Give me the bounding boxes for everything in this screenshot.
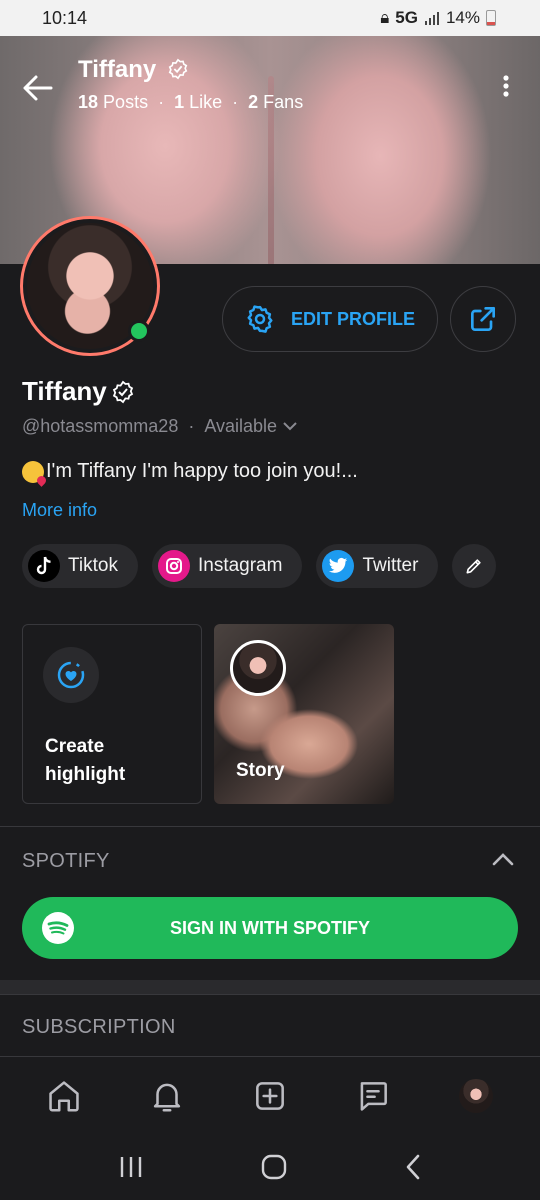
stat-fans: 2 Fans [248, 92, 304, 112]
create-highlight-label: Create highlight [45, 736, 126, 785]
stat-likes: 1 Like [174, 92, 223, 112]
more-vertical-icon[interactable] [502, 74, 510, 98]
back-arrow-icon[interactable] [22, 74, 54, 102]
header-title: Tiffany [78, 56, 189, 84]
plus-square-icon [256, 1081, 284, 1110]
edit-profile-button[interactable]: EDIT PROFILE [222, 286, 438, 352]
chevron-up-icon[interactable] [492, 852, 514, 866]
gear-icon [247, 305, 273, 333]
subscription-section-title: SUBSCRIPTION [22, 1016, 176, 1038]
spotify-icon [42, 912, 74, 944]
nav-add-post[interactable] [248, 1074, 292, 1118]
header-name: Tiffany [78, 56, 157, 83]
social-links: Tiktok Instagram Twitter [22, 544, 497, 588]
spotify-section-title: SPOTIFY [22, 850, 110, 872]
edit-profile-label: EDIT PROFILE [290, 308, 415, 329]
chevron-down-icon [283, 422, 297, 431]
bottom-navigation [0, 1056, 540, 1134]
handle-row: @hotassmomma28 · Available [22, 416, 297, 437]
pencil-icon [466, 559, 482, 574]
system-back-icon[interactable] [403, 1153, 423, 1181]
instagram-icon [157, 550, 190, 582]
social-chip-twitter[interactable]: Twitter [316, 544, 439, 588]
verified-icon [168, 58, 188, 80]
message-icon [360, 1081, 388, 1111]
battery-icon [486, 10, 496, 26]
profile-handle: @hotassmomma28 [22, 416, 179, 436]
signal-icon [424, 12, 439, 25]
online-status-dot [128, 320, 150, 342]
header-stats: 18 Posts · 1 Like · 2 Fans [78, 92, 304, 112]
section-divider [0, 826, 540, 827]
story-highlight-card[interactable]: Story [214, 624, 394, 804]
story-label: Story [236, 760, 285, 781]
status-bar: 10:14 🔒︎ 5G 14% [0, 0, 540, 36]
story-avatar [230, 640, 286, 696]
availability-dropdown[interactable]: Available [204, 416, 297, 437]
create-highlight-icon [43, 647, 99, 703]
bell-icon [153, 1083, 180, 1112]
battery-label: 14% [445, 8, 480, 27]
tiktok-icon [28, 550, 60, 582]
profile-bio: I'm Tiffany I'm happy too join you!... [22, 460, 358, 483]
more-info-link[interactable]: More info [22, 500, 97, 521]
profile-main: EDIT PROFILE Tiffany @hotassmomma28 · Av… [0, 216, 540, 1056]
create-highlight-card[interactable]: Create highlight [22, 624, 202, 804]
edit-socials-button[interactable] [452, 544, 497, 588]
verified-icon [112, 380, 133, 403]
section-separator [0, 980, 540, 994]
sign-in-spotify-button[interactable]: SIGN IN WITH SPOTIFY [22, 897, 518, 959]
stat-posts: 18 Posts [78, 92, 149, 112]
nav-messages[interactable] [351, 1074, 395, 1118]
system-navigation [0, 1134, 540, 1200]
twitter-icon [322, 550, 355, 582]
profile-avatar-icon [459, 1078, 494, 1113]
nav-profile[interactable] [454, 1074, 498, 1118]
lock-icon: 🔒︎ [380, 8, 390, 27]
spotify-button-label: SIGN IN WITH SPOTIFY [169, 917, 370, 938]
home-icon [48, 1080, 79, 1112]
status-indicators: 🔒︎ 5G 14% [380, 8, 496, 28]
nav-home[interactable] [42, 1074, 86, 1118]
home-circle-icon[interactable] [260, 1153, 288, 1181]
social-chip-tiktok[interactable]: Tiktok [22, 544, 138, 588]
recent-apps-icon[interactable] [117, 1155, 145, 1179]
status-time: 10:14 [42, 8, 88, 28]
nav-notifications[interactable] [145, 1074, 189, 1118]
profile-name: Tiffany [22, 376, 135, 407]
share-button[interactable] [450, 286, 516, 352]
network-label: 5G [395, 8, 418, 27]
share-icon [471, 307, 495, 331]
kiss-emoji-icon [22, 460, 44, 483]
social-chip-instagram[interactable]: Instagram [151, 544, 303, 588]
